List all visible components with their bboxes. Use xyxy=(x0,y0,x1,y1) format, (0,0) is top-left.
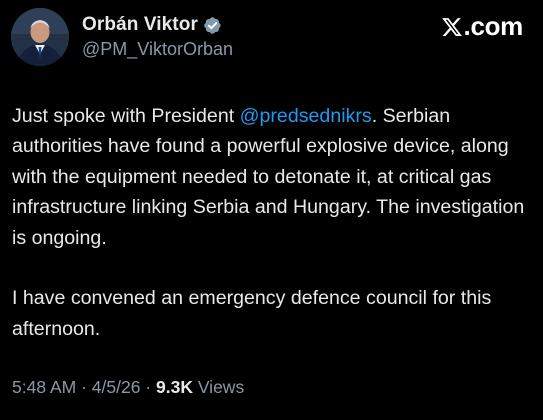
tweet-paragraph-1: Just spoke with President @predsednikrs.… xyxy=(12,101,534,253)
tweet-header: Orbán Viktor @PM_ViktorOrban .com xyxy=(0,0,543,80)
meta-separator: · xyxy=(76,377,92,397)
mention-link[interactable]: @predsednikrs xyxy=(240,105,372,127)
verified-badge-icon xyxy=(203,16,222,35)
tweet-time[interactable]: 5:48 AM xyxy=(12,377,76,397)
brand-text: .com xyxy=(463,11,524,41)
avatar[interactable] xyxy=(11,8,69,66)
tweet-date[interactable]: 4/5/26 xyxy=(92,377,141,397)
tweet-text-segment: Just spoke with President xyxy=(12,105,240,127)
tweet-paragraph-2: I have convened an emergency defence cou… xyxy=(12,287,492,340)
views-count[interactable]: 9.3K xyxy=(156,377,193,397)
tweet-text: Just spoke with President @predsednikrs.… xyxy=(12,101,534,344)
display-name[interactable]: Orbán Viktor xyxy=(82,14,198,36)
views-label: Views xyxy=(192,377,245,397)
x-logo-icon xyxy=(441,17,462,36)
handle[interactable]: @PM_ViktorOrban xyxy=(82,39,233,60)
x-brand: .com xyxy=(441,11,523,42)
display-name-row: Orbán Viktor xyxy=(82,13,222,37)
tweet-meta: 5:48 AM · 4/5/26 · 9.3K Views xyxy=(12,377,244,398)
meta-separator: · xyxy=(140,377,156,397)
